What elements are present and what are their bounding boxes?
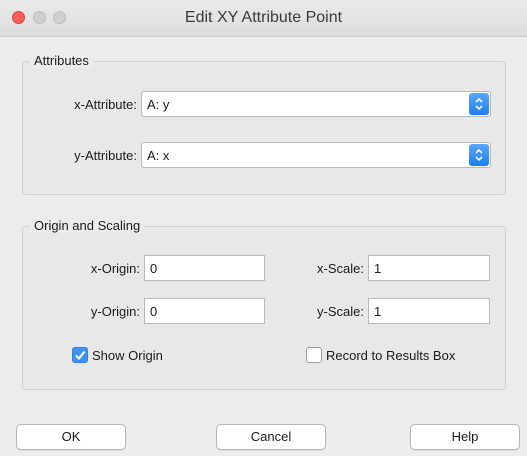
x-attribute-dropdown-icon[interactable]	[469, 93, 489, 115]
y-attribute-select[interactable]: A: x	[141, 142, 491, 168]
y-scale-field[interactable]: 1	[368, 298, 490, 324]
y-attribute-label: y-Attribute:	[74, 148, 137, 163]
attributes-group	[22, 61, 506, 195]
y-scale-value: 1	[374, 304, 382, 319]
x-origin-value: 0	[150, 261, 158, 276]
ok-button[interactable]: OK	[16, 424, 126, 450]
help-button[interactable]: Help	[410, 424, 520, 450]
x-attribute-label: x-Attribute:	[74, 97, 137, 112]
y-attribute-value: A: x	[147, 148, 170, 163]
x-origin-field[interactable]: 0	[144, 255, 265, 281]
show-origin-checkbox[interactable]	[72, 347, 88, 363]
y-attribute-dropdown-icon[interactable]	[469, 144, 489, 166]
y-scale-label: y-Scale:	[317, 304, 364, 319]
checkmark-icon	[75, 350, 86, 361]
window-title: Edit XY Attribute Point	[184, 9, 343, 26]
cancel-button[interactable]: Cancel	[216, 424, 326, 450]
attributes-group-label: Attributes	[30, 53, 93, 68]
x-attribute-value: A: y	[147, 97, 170, 112]
x-scale-field[interactable]: 1	[368, 255, 490, 281]
y-origin-value: 0	[150, 304, 158, 319]
x-origin-label: x-Origin:	[90, 261, 140, 276]
x-scale-label: x-Scale:	[317, 261, 364, 276]
origin-scaling-group-label: Origin and Scaling	[30, 218, 145, 233]
record-to-results-checkbox[interactable]	[306, 347, 322, 363]
x-attribute-select[interactable]: A: y	[141, 91, 491, 117]
dialog-window: Edit XY Attribute Point Attributes x-Att…	[0, 0, 527, 456]
y-origin-field[interactable]: 0	[144, 298, 265, 324]
x-scale-value: 1	[374, 261, 382, 276]
title-bar[interactable]: Edit XY Attribute Point	[0, 0, 527, 37]
show-origin-label[interactable]: Show Origin	[92, 348, 163, 363]
y-origin-label: y-Origin:	[90, 304, 140, 319]
record-to-results-label[interactable]: Record to Results Box	[326, 348, 455, 363]
